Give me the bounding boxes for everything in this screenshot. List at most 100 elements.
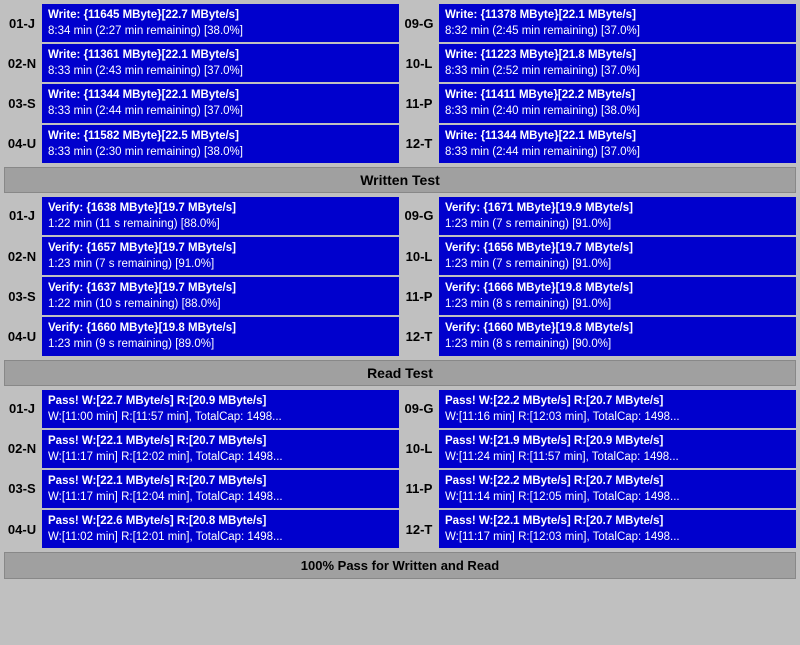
device-line2: W:[11:17 min] R:[12:03 min], TotalCap: 1… [445,529,790,545]
device-label: 11-P [401,84,437,122]
device-row: 04-UPass! W:[22.6 MByte/s] R:[20.8 MByte… [4,510,399,548]
device-info: Write: {11411 MByte}[22.2 MByte/s]8:33 m… [439,84,796,122]
device-row: 01-JVerify: {1638 MByte}[19.7 MByte/s]1:… [4,197,399,235]
device-info: Verify: {1660 MByte}[19.8 MByte/s]1:23 m… [439,317,796,355]
device-row: 11-PPass! W:[22.2 MByte/s] R:[20.7 MByte… [401,470,796,508]
footer-status: 100% Pass for Written and Read [4,552,796,579]
device-row: 12-TWrite: {11344 MByte}[22.1 MByte/s]8:… [401,125,796,163]
device-line1: Pass! W:[22.1 MByte/s] R:[20.7 MByte/s] [445,513,790,529]
device-line2: 8:33 min (2:43 min remaining) [37.0%] [48,63,393,79]
device-line1: Pass! W:[21.9 MByte/s] R:[20.9 MByte/s] [445,433,790,449]
device-row: 02-N Write: {11361 MByte}[22.1 MByte/s]8:… [4,44,399,82]
device-label: 03-S [4,470,40,508]
device-line2: 8:33 min (2:52 min remaining) [37.0%] [445,63,790,79]
device-line2: W:[11:14 min] R:[12:05 min], TotalCap: 1… [445,489,790,505]
device-info: Verify: {1656 MByte}[19.7 MByte/s]1:23 m… [439,237,796,275]
device-label: 01-J [4,390,40,428]
device-label: 04-U [4,510,40,548]
device-info: Pass! W:[22.1 MByte/s] R:[20.7 MByte/s]W… [439,510,796,548]
device-row: 01-JWrite: {11645 MByte}[22.7 MByte/s]8:… [4,4,399,42]
device-line1: Write: {11378 MByte}[22.1 MByte/s] [445,7,790,23]
device-label: 11-P [401,470,437,508]
device-label: 02-N [4,44,40,82]
device-row: 04-UWrite: {11582 MByte}[22.5 MByte/s]8:… [4,125,399,163]
device-label: 09-G [401,4,437,42]
device-label: 09-G [401,197,437,235]
device-line2: 1:23 min (8 s remaining) [90.0%] [445,336,790,352]
device-line2: 8:34 min (2:27 min remaining) [38.0%] [48,23,393,39]
device-info: Write: {11645 MByte}[22.7 MByte/s]8:34 m… [42,4,399,42]
device-label: 01-J [4,197,40,235]
device-line2: W:[11:02 min] R:[12:01 min], TotalCap: 1… [48,529,393,545]
device-line1: Pass! W:[22.1 MByte/s] R:[20.7 MByte/s] [48,473,393,489]
device-line1: Verify: {1656 MByte}[19.7 MByte/s] [445,240,790,256]
read-test-section: 01-JPass! W:[22.7 MByte/s] R:[20.9 MByte… [4,390,796,549]
device-line2: 1:23 min (9 s remaining) [89.0%] [48,336,393,352]
device-info: Verify: {1671 MByte}[19.9 MByte/s]1:23 m… [439,197,796,235]
device-line1: Write: {11344 MByte}[22.1 MByte/s] [48,87,393,103]
device-line1: Pass! W:[22.1 MByte/s] R:[20.7 MByte/s] [48,433,393,449]
device-line1: Write: {11411 MByte}[22.2 MByte/s] [445,87,790,103]
device-row: 10-LVerify: {1656 MByte}[19.7 MByte/s]1:… [401,237,796,275]
device-line1: Write: {11361 MByte}[22.1 MByte/s] [48,47,393,63]
verify-test-section: 01-JVerify: {1638 MByte}[19.7 MByte/s]1:… [4,197,796,356]
device-info: Pass! W:[22.7 MByte/s] R:[20.9 MByte/s]W… [42,390,399,428]
device-line2: 1:23 min (7 s remaining) [91.0%] [48,256,393,272]
device-label: 01-J [4,4,40,42]
device-line1: Write: {11223 MByte}[21.8 MByte/s] [445,47,790,63]
device-line1: Verify: {1671 MByte}[19.9 MByte/s] [445,200,790,216]
device-line1: Pass! W:[22.7 MByte/s] R:[20.9 MByte/s] [48,393,393,409]
device-line1: Write: {11645 MByte}[22.7 MByte/s] [48,7,393,23]
device-info: Write: {11223 MByte}[21.8 MByte/s]8:33 m… [439,44,796,82]
write-test-grid: 01-JWrite: {11645 MByte}[22.7 MByte/s]8:… [4,4,796,163]
device-info: Pass! W:[21.9 MByte/s] R:[20.9 MByte/s]W… [439,430,796,468]
device-line1: Verify: {1660 MByte}[19.8 MByte/s] [48,320,393,336]
device-row: 10-LWrite: {11223 MByte}[21.8 MByte/s]8:… [401,44,796,82]
device-label: 11-P [401,277,437,315]
device-info: Pass! W:[22.1 MByte/s] R:[20.7 MByte/s]W… [42,430,399,468]
device-info: Verify: {1638 MByte}[19.7 MByte/s]1:22 m… [42,197,399,235]
device-line2: 1:23 min (7 s remaining) [91.0%] [445,216,790,232]
device-label: 03-S [4,277,40,315]
device-line2: 1:23 min (8 s remaining) [91.0%] [445,296,790,312]
device-info: Pass! W:[22.1 MByte/s] R:[20.7 MByte/s]W… [42,470,399,508]
write-test-section: 01-JWrite: {11645 MByte}[22.7 MByte/s]8:… [4,4,796,163]
device-label: 02-N [4,237,40,275]
device-line2: W:[11:17 min] R:[12:04 min], TotalCap: 1… [48,489,393,505]
device-line1: Verify: {1657 MByte}[19.7 MByte/s] [48,240,393,256]
device-line2: 1:22 min (10 s remaining) [88.0%] [48,296,393,312]
device-info: Write: {11344 MByte}[22.1 MByte/s]8:33 m… [439,125,796,163]
device-row: 03-S Write: {11344 MByte}[22.1 MByte/s]8:… [4,84,399,122]
device-label: 12-T [401,317,437,355]
device-line2: W:[11:17 min] R:[12:02 min], TotalCap: 1… [48,449,393,465]
device-label: 02-N [4,430,40,468]
device-info: Verify: {1666 MByte}[19.8 MByte/s]1:23 m… [439,277,796,315]
device-line2: 1:22 min (11 s remaining) [88.0%] [48,216,393,232]
device-line2: W:[11:24 min] R:[11:57 min], TotalCap: 1… [445,449,790,465]
device-line2: 8:33 min (2:44 min remaining) [37.0%] [48,103,393,119]
device-line1: Verify: {1638 MByte}[19.7 MByte/s] [48,200,393,216]
device-row: 02-NPass! W:[22.1 MByte/s] R:[20.7 MByte… [4,430,399,468]
device-line1: Verify: {1666 MByte}[19.8 MByte/s] [445,280,790,296]
device-line2: 8:33 min (2:44 min remaining) [37.0%] [445,144,790,160]
device-label: 10-L [401,237,437,275]
device-row: 01-JPass! W:[22.7 MByte/s] R:[20.9 MByte… [4,390,399,428]
device-label: 09-G [401,390,437,428]
device-row: 11-PWrite: {11411 MByte}[22.2 MByte/s]8:… [401,84,796,122]
verify-test-grid: 01-JVerify: {1638 MByte}[19.7 MByte/s]1:… [4,197,796,356]
read-test-header: Read Test [4,360,796,386]
device-label: 03-S [4,84,40,122]
device-line2: 1:23 min (7 s remaining) [91.0%] [445,256,790,272]
device-info: Write: {11582 MByte}[22.5 MByte/s]8:33 m… [42,125,399,163]
main-container: 01-JWrite: {11645 MByte}[22.7 MByte/s]8:… [0,0,800,583]
read-test-grid: 01-JPass! W:[22.7 MByte/s] R:[20.9 MByte… [4,390,796,549]
device-label: 04-U [4,125,40,163]
device-line2: W:[11:16 min] R:[12:03 min], TotalCap: 1… [445,409,790,425]
device-row: 09-G Write: {11378 MByte}[22.1 MByte/s]8:… [401,4,796,42]
device-info: Verify: {1660 MByte}[19.8 MByte/s]1:23 m… [42,317,399,355]
device-label: 10-L [401,430,437,468]
device-row: 03-SVerify: {1637 MByte}[19.7 MByte/s]1:… [4,277,399,315]
device-line2: 8:32 min (2:45 min remaining) [37.0%] [445,23,790,39]
device-row: 12-TVerify: {1660 MByte}[19.8 MByte/s]1:… [401,317,796,355]
device-line2: 8:33 min (2:40 min remaining) [38.0%] [445,103,790,119]
